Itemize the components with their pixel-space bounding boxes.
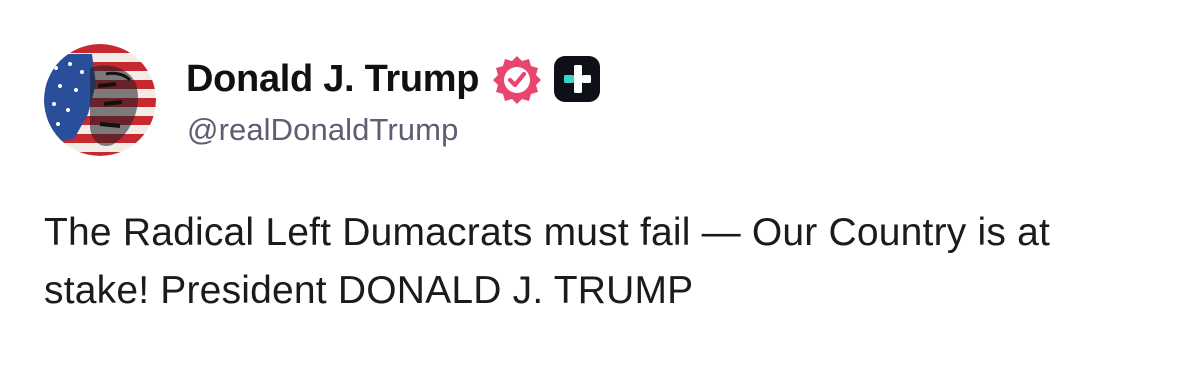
portrait-flag-icon [44, 44, 156, 156]
plus-badge-icon [554, 56, 601, 102]
avatar[interactable] [44, 44, 156, 156]
author-handle[interactable]: @realDonaldTrump [187, 112, 458, 148]
author-name-row: Donald J. Trump [186, 54, 601, 104]
post-text: The Radical Left Dumacrats must fail — O… [44, 211, 1051, 312]
post-card: Donald J. Trump @realDonaldTrump The Rad… [0, 0, 1199, 367]
verified-badge-icon [493, 56, 542, 104]
author-display-name[interactable]: Donald J. Trump [186, 58, 480, 101]
